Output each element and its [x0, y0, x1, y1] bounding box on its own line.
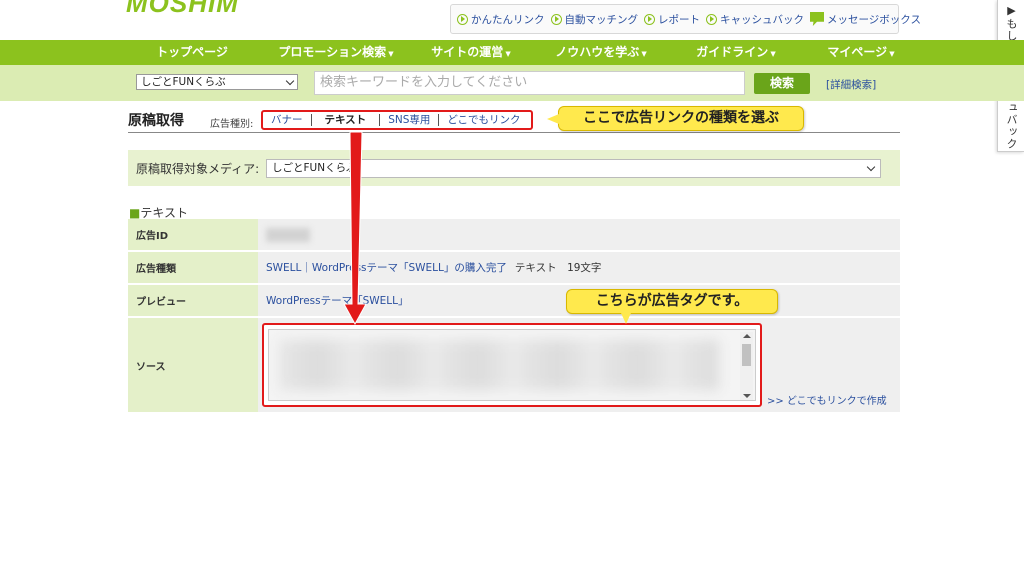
target-media-row: 原稿取得対象メディア: しごとFUNくらぶ [128, 150, 900, 186]
search-input[interactable]: 検索キーワードを入力してください [314, 71, 745, 95]
quick-link-cashback[interactable]: キャッシュバック [706, 12, 804, 27]
target-media-label: 原稿取得対象メディア: [136, 162, 260, 176]
callout-ad-tag: こちらが広告タグです。 [566, 289, 778, 324]
page-title: 原稿取得 [128, 113, 184, 129]
ad-type-row-label: 広告種類 [128, 252, 258, 283]
advanced-search-link[interactable]: [詳細検索] [826, 77, 876, 92]
chevron-down-icon: ▼ [388, 50, 394, 58]
chevron-down-icon: ▼ [505, 50, 511, 58]
nav-item-mypage[interactable]: マイページ ▼ [796, 40, 926, 65]
chevron-down-icon [285, 76, 295, 86]
scrollbar[interactable] [740, 332, 753, 400]
nav-item-promotion-search[interactable]: プロモーション検索 ▼ [256, 40, 416, 65]
play-icon [457, 13, 468, 25]
tab-banner[interactable]: バナー [263, 114, 312, 126]
global-nav: トップページ プロモーション検索 ▼ サイトの運営 ▼ ノウハウを学ぶ ▼ ガイドライ… [0, 40, 1024, 65]
table-row-ad-id: 広告ID [128, 219, 900, 252]
table-row-ad-type: 広告種類 SWELL｜WordPressテーマ「SWELL」の購入完了 テキスト… [128, 252, 900, 285]
quick-link-auto-matching[interactable]: 自動マッチング [550, 12, 638, 27]
tab-anywhere-link[interactable]: どこでもリンク [439, 114, 528, 126]
nav-item-site-management[interactable]: サイトの運営 ▼ [416, 40, 526, 65]
ad-type-link[interactable]: SWELL｜WordPressテーマ「SWELL」の購入完了 [266, 260, 507, 275]
play-icon [706, 13, 717, 25]
source-label: ソース [128, 318, 258, 412]
chevron-down-icon: ▼ [770, 50, 776, 58]
source-code-highlight [262, 323, 762, 407]
message-icon [810, 12, 824, 26]
title-divider [128, 132, 900, 133]
callout-ad-type: ここで広告リンクの種類を選ぶ [547, 106, 804, 131]
create-anywhere-link[interactable]: >> どこでもリンクで作成 [767, 392, 887, 407]
quick-links-bar: かんたんリンク 自動マッチング レポート キャッシュバック メッセージボックス [450, 4, 921, 34]
quick-link-easy-link[interactable]: かんたんリンク [457, 12, 545, 27]
red-arrow-icon [343, 131, 367, 326]
ad-type-label: 広告種別: [210, 119, 254, 130]
scroll-down-icon[interactable] [743, 394, 751, 398]
search-bar: しごとFUNくらぶ 検索キーワードを入力してください 検索 [詳細検索] [0, 65, 1024, 101]
search-button[interactable]: 検索 [754, 73, 810, 94]
source-code-textarea[interactable] [268, 329, 756, 401]
ad-id-value-redacted [266, 227, 310, 242]
play-icon [644, 13, 655, 25]
quick-link-message-box[interactable]: メッセージボックス [810, 12, 921, 27]
chevron-down-icon: ▼ [641, 50, 647, 58]
preview-link[interactable]: WordPressテーマ「SWELL」 [266, 293, 409, 308]
logo-text: MOSHIM [126, 0, 239, 18]
quick-link-report[interactable]: レポート [644, 12, 700, 27]
tab-text[interactable]: テキスト [312, 114, 381, 126]
ad-type-tabs: バナー テキスト SNS専用 どこでもリンク [261, 110, 533, 130]
source-code-redacted [279, 340, 719, 390]
scroll-thumb[interactable] [742, 344, 751, 366]
moshimo-logo[interactable]: MOSHIM [126, 0, 276, 34]
ad-type-text: テキスト 19文字 [514, 262, 602, 274]
tab-sns[interactable]: SNS専用 [380, 114, 440, 126]
chevron-down-icon: ▼ [889, 50, 895, 58]
ad-id-label: 広告ID [128, 219, 258, 250]
nav-item-knowhow[interactable]: ノウハウを学ぶ ▼ [526, 40, 676, 65]
preview-label: プレビュー [128, 285, 258, 316]
nav-item-guideline[interactable]: ガイドライン ▼ [676, 40, 796, 65]
media-select[interactable]: しごとFUNくらぶ [136, 74, 298, 90]
table-row-preview: プレビュー WordPressテーマ「SWELL」 [128, 285, 900, 318]
scroll-up-icon[interactable] [743, 334, 751, 338]
play-icon [550, 13, 562, 25]
nav-item-top[interactable]: トップページ [128, 40, 256, 65]
chevron-down-icon [866, 162, 876, 172]
